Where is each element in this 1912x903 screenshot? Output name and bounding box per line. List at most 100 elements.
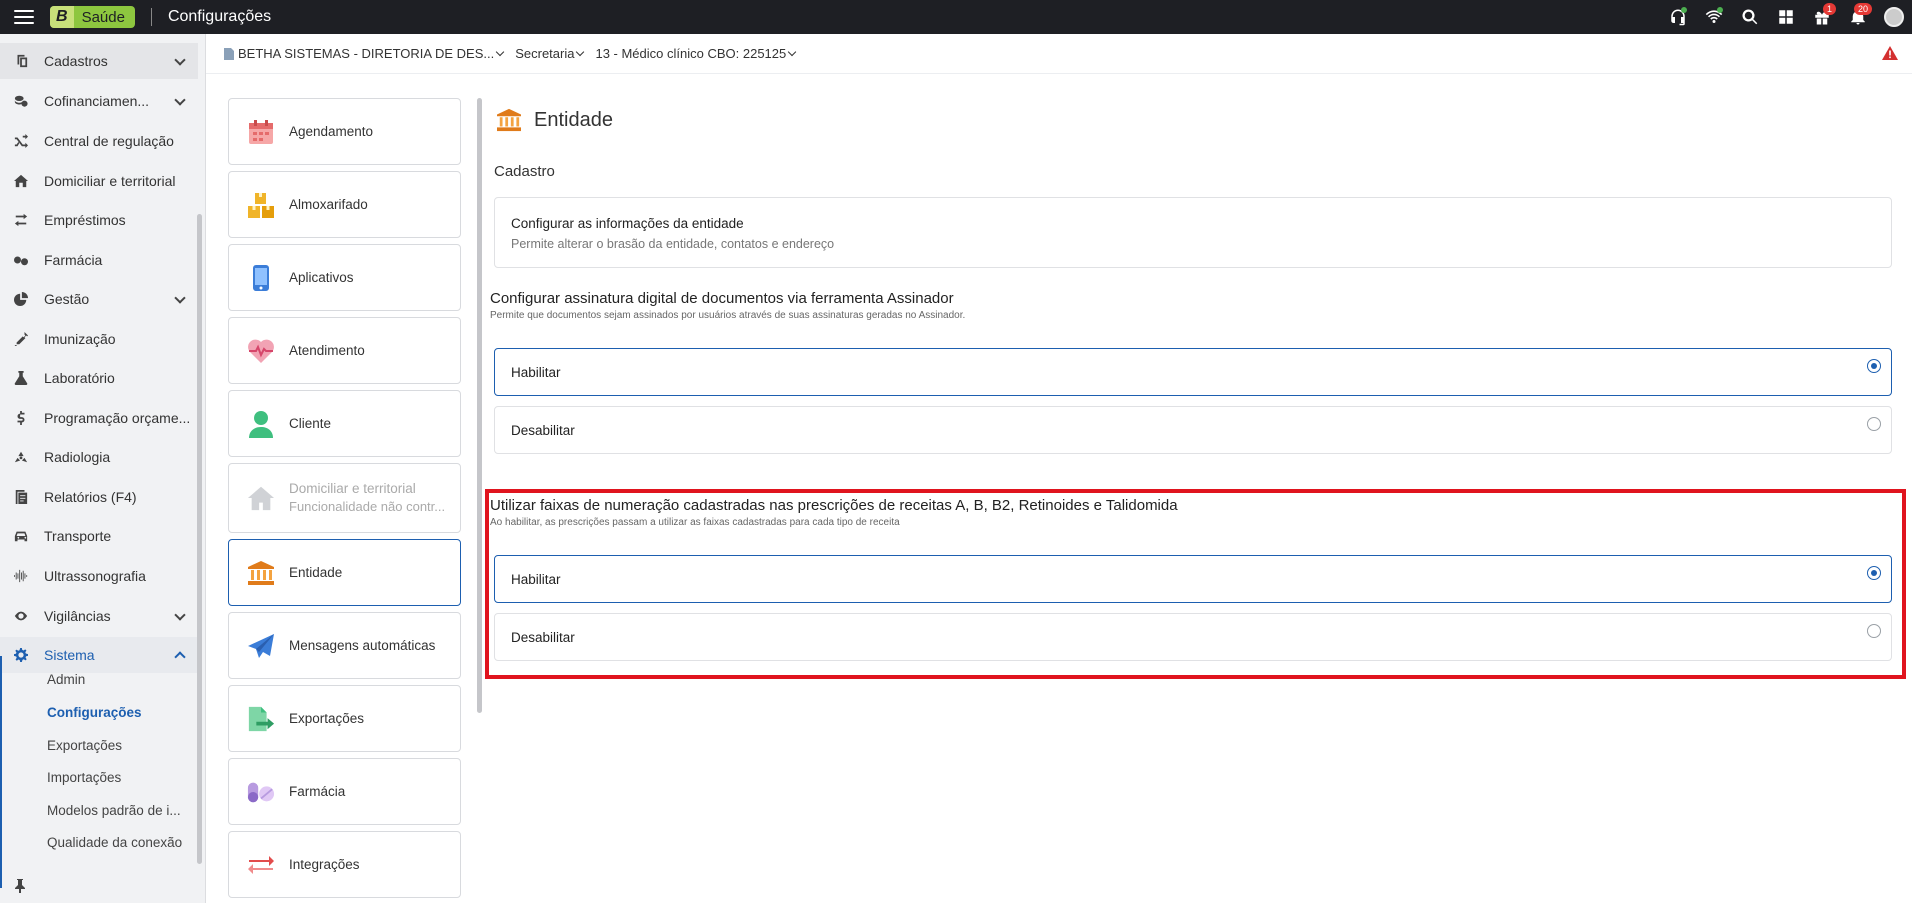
option-faixas-habilitar[interactable]: Habilitar [494, 555, 1892, 603]
warning-icon[interactable] [1882, 46, 1898, 60]
sidebar-item-emprestimos[interactable]: Empréstimos [0, 202, 198, 238]
category-exportacoes[interactable]: Exportações [228, 685, 461, 752]
syringe-icon [14, 332, 28, 346]
sidebar-item-cadastros[interactable]: Cadastros [0, 43, 198, 79]
report-icon [14, 490, 28, 504]
sidebar-item-vigilancias[interactable]: Vigilâncias [0, 598, 198, 634]
category-label: Integrações [289, 857, 360, 872]
category-list-scrollbar[interactable] [477, 98, 482, 713]
sidebar-item-ultrassonografia[interactable]: Ultrassonografia [0, 558, 198, 594]
option-faixas-desabilitar[interactable]: Desabilitar [494, 613, 1892, 661]
top-actions: 1 20 [1660, 0, 1912, 34]
context-bar: BETHA SISTEMAS - DIRETORIA DE DES... Sec… [206, 34, 1912, 74]
option-label: Habilitar [511, 571, 561, 587]
category-farmacia[interactable]: Farmácia [228, 758, 461, 825]
sidebar-item-label: Laboratório [44, 370, 115, 386]
submenu-item-qualidade-conexao[interactable]: Qualidade da conexão [47, 835, 182, 850]
heartbeat-icon [247, 337, 275, 365]
unit-selector[interactable]: Secretaria [515, 46, 585, 61]
category-domiciliar-territorial: Domiciliar e territorial Funcionalidade … [228, 463, 461, 533]
submenu-item-exportacoes[interactable]: Exportações [47, 738, 122, 753]
category-aplicativos[interactable]: Aplicativos [228, 244, 461, 311]
status-dot [1681, 7, 1687, 13]
sidebar-item-relatorios[interactable]: Relatórios (F4) [0, 479, 198, 515]
radio-button[interactable] [1867, 417, 1881, 431]
category-almoxarifado[interactable]: Almoxarifado [228, 171, 461, 238]
sidebar-item-label: Programação orçame... [44, 410, 191, 426]
sidebar-item-label: Imunização [44, 331, 116, 347]
user-avatar[interactable] [1876, 0, 1912, 34]
phone-icon [247, 264, 275, 292]
logo-letter: B [50, 6, 74, 28]
boxes-icon [247, 191, 275, 219]
configure-entity-card[interactable]: Configurar as informações da entidade Pe… [494, 197, 1892, 268]
sidebar-item-label: Cofinanciamen... [44, 93, 150, 109]
radiation-icon [14, 450, 28, 464]
category-cliente[interactable]: Cliente [228, 390, 461, 457]
group-title-assinatura: Configurar assinatura digital de documen… [490, 290, 954, 307]
radio-button[interactable] [1867, 624, 1881, 638]
category-integracoes[interactable]: Integrações [228, 831, 461, 898]
section-title: Cadastro [494, 163, 555, 180]
submenu-item-admin[interactable]: Admin [47, 672, 85, 687]
option-label: Desabilitar [511, 422, 575, 438]
sidebar-item-cofinanciamento[interactable]: Cofinanciamen... [0, 83, 198, 119]
category-label: Entidade [289, 565, 343, 580]
pills-icon [14, 253, 28, 267]
top-bar: B Saúde Configurações 1 20 [0, 0, 1912, 34]
exchange-icon [14, 213, 28, 227]
wifi-icon[interactable] [1696, 0, 1732, 34]
search-icon[interactable] [1732, 0, 1768, 34]
bank-icon [247, 559, 275, 587]
category-sublabel: Funcionalidade não contr... [289, 499, 446, 514]
bell-icon[interactable]: 20 [1840, 0, 1876, 34]
card-title: Configurar as informações da entidade [511, 216, 744, 231]
category-label: Farmácia [289, 784, 346, 799]
radio-button[interactable] [1867, 359, 1881, 373]
main-title: Entidade [534, 108, 613, 131]
sidebar-item-laboratorio[interactable]: Laboratório [0, 360, 198, 396]
sidebar-item-gestao[interactable]: Gestão [0, 281, 198, 317]
shuffle-icon [14, 134, 28, 148]
gift-icon[interactable]: 1 [1804, 0, 1840, 34]
logo-name: Saúde [81, 8, 125, 26]
chevron-down-icon [495, 47, 505, 56]
option-assinatura-habilitar[interactable]: Habilitar [494, 348, 1892, 396]
option-label: Habilitar [511, 364, 561, 380]
category-agendamento[interactable]: Agendamento [228, 98, 461, 165]
sidebar-item-imunizacao[interactable]: Imunização [0, 321, 198, 357]
category-mensagens-automaticas[interactable]: Mensagens automáticas [228, 612, 461, 679]
entity-selector[interactable]: BETHA SISTEMAS - DIRETORIA DE DES... [224, 46, 505, 61]
submenu-item-importacoes[interactable]: Importações [47, 770, 121, 785]
category-label: Mensagens automáticas [289, 638, 436, 653]
category-entidade[interactable]: Entidade [228, 539, 461, 606]
category-label: Aplicativos [289, 270, 354, 285]
headset-icon[interactable] [1660, 0, 1696, 34]
app-logo[interactable]: B Saúde [50, 6, 135, 28]
sidebar-scrollbar[interactable] [197, 214, 202, 864]
radio-button[interactable] [1867, 566, 1881, 580]
sidebar-item-programacao[interactable]: Programação orçame... [0, 400, 198, 436]
category-atendimento[interactable]: Atendimento [228, 317, 461, 384]
home-icon [14, 174, 28, 188]
group-title-faixas: Utilizar faixas de numeração cadastradas… [490, 497, 1178, 514]
dollar-icon [14, 411, 28, 425]
sidebar-item-domiciliar[interactable]: Domiciliar e territorial [0, 163, 198, 199]
sidebar-item-label: Relatórios (F4) [44, 489, 137, 505]
file-export-icon [247, 705, 275, 733]
sidebar-item-label: Transporte [44, 528, 112, 544]
apps-grid-icon[interactable] [1768, 0, 1804, 34]
pin-icon[interactable] [14, 879, 26, 893]
profile-selector[interactable]: 13 - Médico clínico CBO: 225125 [595, 46, 797, 61]
sidebar-item-radiologia[interactable]: Radiologia [0, 439, 198, 475]
sidebar-item-central-regulacao[interactable]: Central de regulação [0, 123, 198, 159]
sidebar-item-transporte[interactable]: Transporte [0, 518, 198, 554]
menu-icon[interactable] [14, 10, 34, 24]
person-icon [247, 410, 275, 438]
copy-icon [14, 54, 28, 68]
option-assinatura-desabilitar[interactable]: Desabilitar [494, 406, 1892, 454]
submenu-item-configuracoes[interactable]: Configurações [47, 705, 142, 720]
submenu-item-modelos-padrao[interactable]: Modelos padrão de i... [47, 803, 181, 818]
pie-chart-icon [14, 292, 28, 306]
sidebar-item-farmacia[interactable]: Farmácia [0, 242, 198, 278]
